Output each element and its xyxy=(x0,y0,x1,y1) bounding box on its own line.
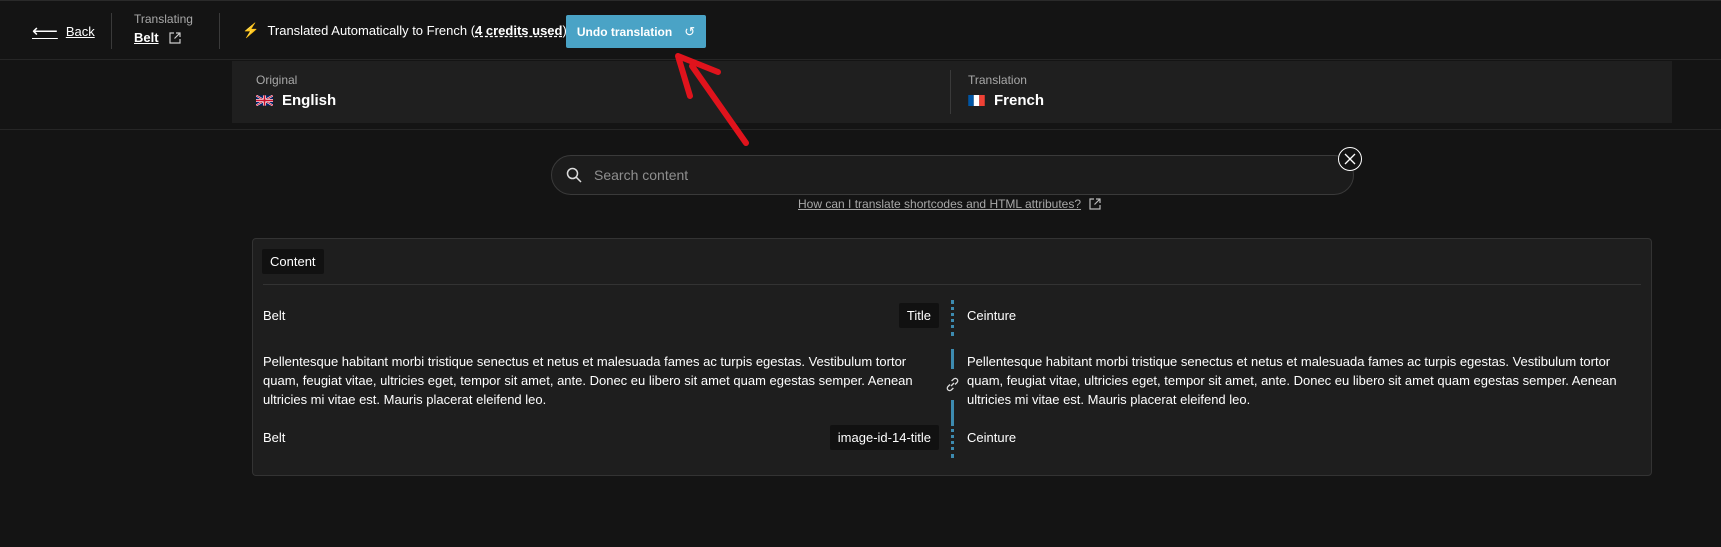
link-icon-wrap[interactable] xyxy=(944,376,961,393)
france-flag-icon xyxy=(968,95,985,106)
row-connector xyxy=(951,422,954,458)
back-link[interactable]: ⟵ Back xyxy=(32,22,95,40)
content-card: Content Belt Title Ceinture Pellentesque… xyxy=(252,238,1652,476)
credits-used[interactable]: 4 credits used xyxy=(475,23,562,38)
back-label: Back xyxy=(65,23,95,39)
top-bar: ⟵ Back Translating Belt ⚡ Translated Aut… xyxy=(0,0,1721,60)
translation-text[interactable]: Pellentesque habitant morbi tristique se… xyxy=(967,352,1643,409)
translation-language-name: French xyxy=(994,92,1045,109)
field-tag: image-id-14-title xyxy=(829,425,939,450)
divider xyxy=(111,13,112,49)
clear-search-button[interactable] xyxy=(1338,147,1362,171)
arrow-left-icon: ⟵ xyxy=(32,21,58,41)
uk-flag-icon xyxy=(256,95,273,106)
translation-caption: Translation xyxy=(968,73,1027,87)
undo-icon: ↺ xyxy=(684,23,696,39)
search-input[interactable] xyxy=(594,167,1294,183)
external-link-icon[interactable] xyxy=(1089,198,1101,210)
close-icon xyxy=(1344,153,1356,165)
link-icon xyxy=(946,377,959,392)
shortcodes-help-link[interactable]: How can I translate shortcodes and HTML … xyxy=(798,197,1081,211)
search-bar xyxy=(551,155,1354,195)
original-text: Belt xyxy=(263,430,286,445)
language-header: Original English Translation French xyxy=(232,61,1672,123)
external-link-icon[interactable] xyxy=(168,31,181,44)
translation-language: Translation French xyxy=(968,73,1044,109)
original-language: Original English xyxy=(256,73,336,109)
original-language-name: English xyxy=(282,92,337,109)
row-connector xyxy=(951,400,954,422)
original-caption: Original xyxy=(256,73,298,87)
translating-info: Translating Belt xyxy=(134,12,193,45)
undo-translation-button[interactable]: Undo translation ↺ xyxy=(566,15,706,48)
search-icon xyxy=(566,167,582,183)
header-divider xyxy=(0,129,1721,130)
divider xyxy=(219,13,220,49)
original-text: Belt xyxy=(263,308,286,323)
row-connector xyxy=(951,300,954,336)
original-text: Pellentesque habitant morbi tristique se… xyxy=(263,354,913,407)
section-label: Content xyxy=(262,249,324,274)
row-connector xyxy=(951,349,954,369)
lightning-icon: ⚡ xyxy=(242,22,260,38)
auto-translate-status: ⚡ Translated Automatically to French (4 … xyxy=(242,22,567,39)
annotation-arrow xyxy=(675,53,749,146)
auto-translate-text: Translated Automatically to French ( xyxy=(267,23,476,38)
translation-text[interactable]: Ceinture xyxy=(967,428,1637,447)
undo-translation-label: Undo translation xyxy=(576,24,673,39)
field-tag: Title xyxy=(898,303,939,328)
shortcodes-help: How can I translate shortcodes and HTML … xyxy=(798,197,1101,211)
product-name-link[interactable]: Belt xyxy=(134,30,159,45)
language-divider xyxy=(950,70,951,114)
translation-text[interactable]: Ceinture xyxy=(967,306,1637,325)
translating-label: Translating xyxy=(134,12,193,26)
section-divider xyxy=(263,284,1641,285)
